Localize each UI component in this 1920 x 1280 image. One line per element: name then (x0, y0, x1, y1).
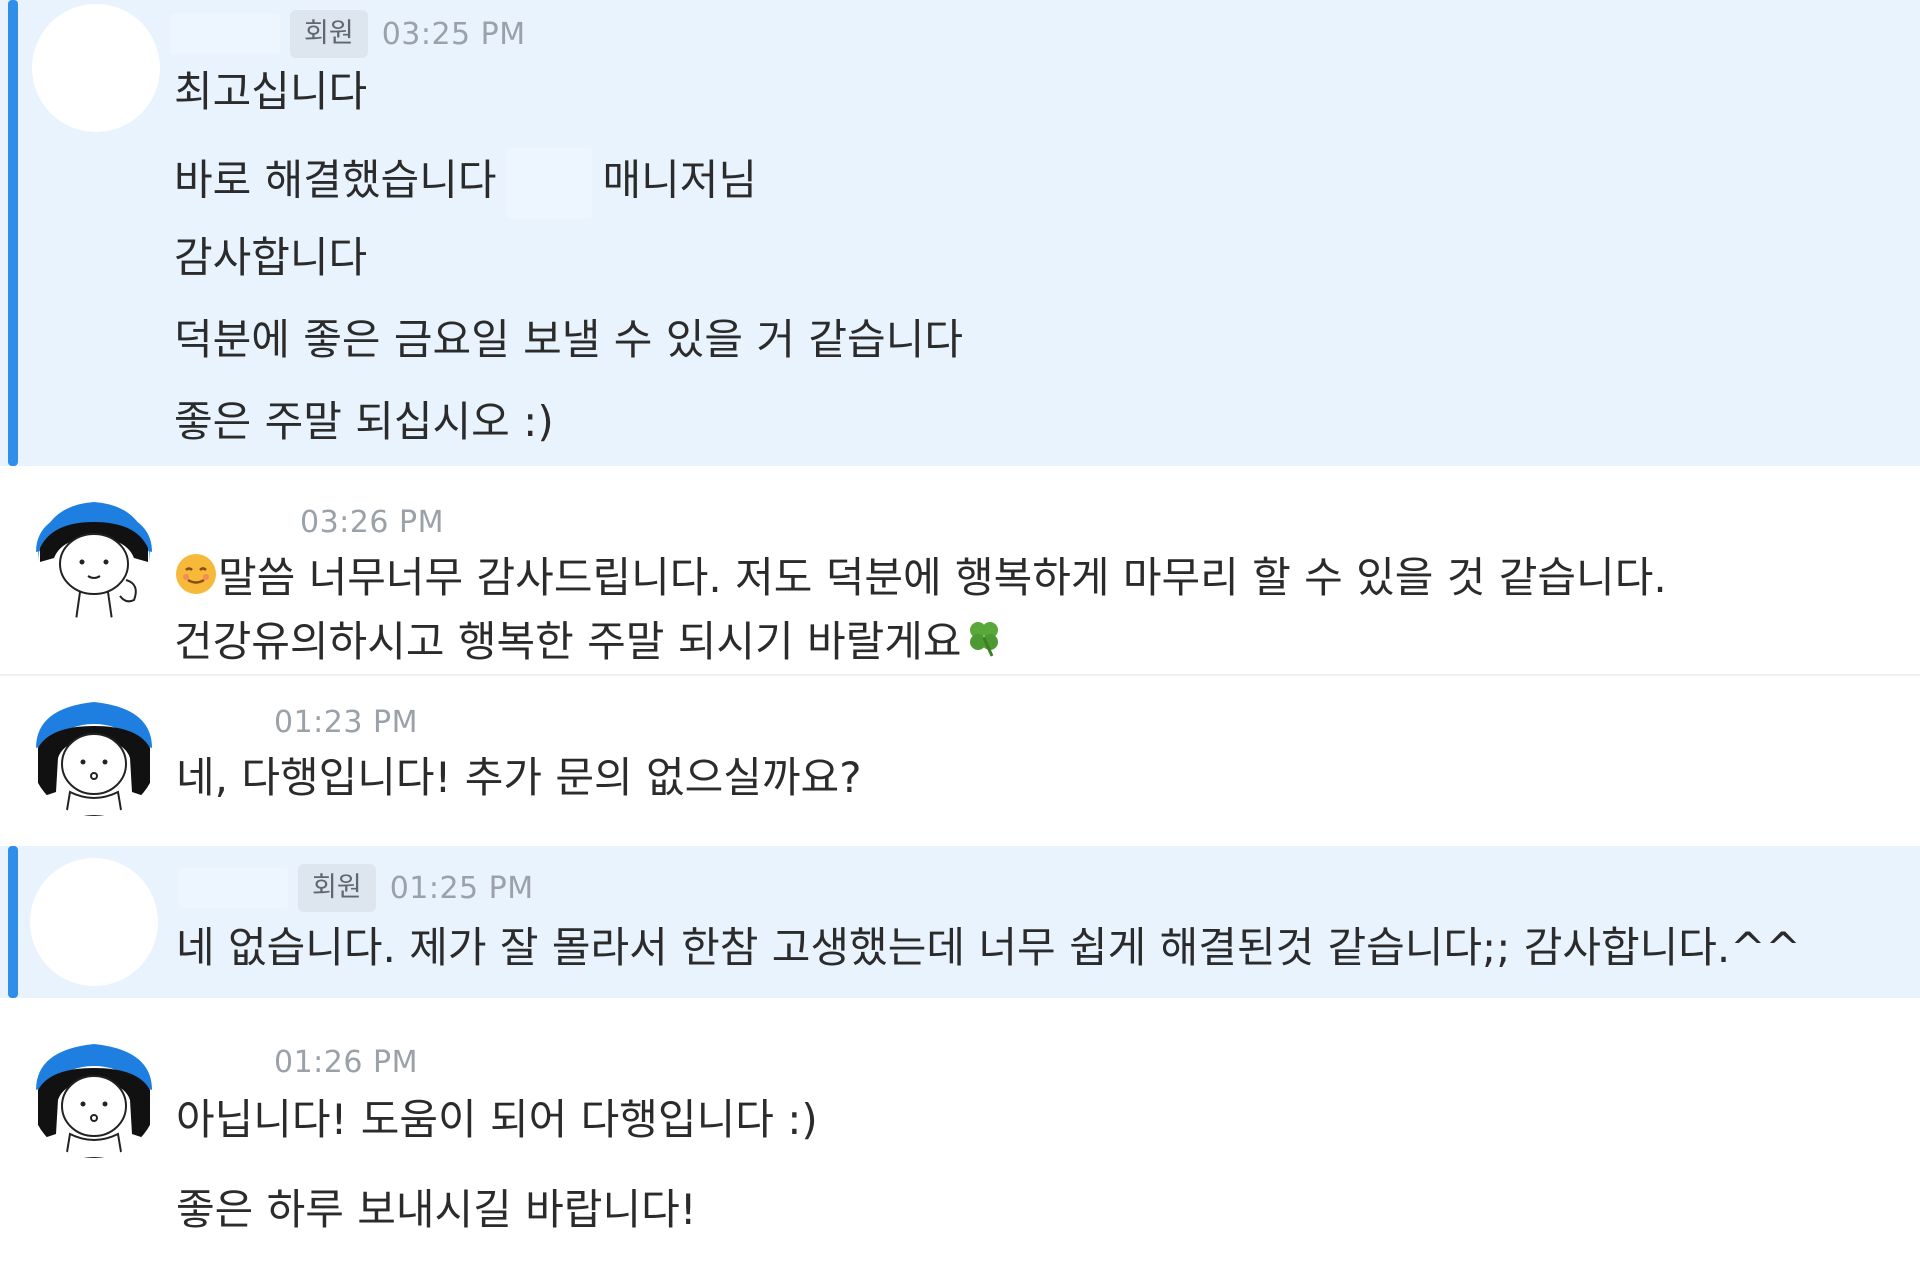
message-meta: 회원 01:25 PM (178, 864, 534, 912)
chat-log: 회원 03:25 PM 최고십니다 바로 해결했습니다 매니저님 감사합니다 덕분… (0, 0, 1920, 1280)
chat-message-manager: 01:26 PM 아닙니다! 도움이 되어 다행입니다 :) 좋은 하루 보내시… (0, 998, 1920, 1280)
message-text-part: 바로 해결했습니다 (174, 155, 497, 205)
manager-avatar-icon (30, 492, 158, 620)
manager-avatar-icon (30, 1030, 158, 1158)
four-leaf-clover-emoji-icon (962, 616, 1006, 674)
avatar[interactable] (30, 492, 158, 620)
message-text: 네, 다행입니다! 추가 문의 없으실까요? (176, 753, 862, 802)
member-badge: 회원 (298, 864, 376, 912)
message-text: 덕분에 좋은 금요일 보낼 수 있을 거 같습니다 (174, 315, 963, 364)
manager-name-redacted (506, 148, 593, 218)
message-timestamp: 01:23 PM (274, 704, 418, 740)
message-text: 바로 해결했습니다 매니저님 (174, 148, 757, 218)
manager-avatar-icon (30, 688, 158, 816)
message-text: 감사합니다 (174, 233, 368, 282)
sender-name-redacted (170, 14, 280, 54)
message-text: 네 없습니다. 제가 잘 몰라서 한참 고생했는데 너무 쉽게 해결된것 같습니… (176, 923, 1801, 972)
avatar[interactable] (30, 688, 158, 816)
chat-message-member: 회원 01:25 PM 네 없습니다. 제가 잘 몰라서 한참 고생했는데 너무… (0, 846, 1920, 998)
chat-message-manager: 03:26 PM 말씀 너무너무 감사드립니다. 저도 덕분에 행복하게 마무리… (0, 466, 1920, 674)
message-text-part: 말씀 너무너무 감사드립니다. 저도 덕분에 행복하게 마무리 할 수 있을 것… (218, 553, 1667, 602)
message-text: 최고십니다 (174, 67, 368, 116)
message-meta: 01:23 PM (274, 698, 418, 746)
message-meta: 회원 03:25 PM (170, 10, 526, 58)
message-timestamp: 03:26 PM (300, 504, 444, 540)
member-badge: 회원 (290, 10, 368, 58)
avatar[interactable] (32, 4, 160, 132)
message-text: 좋은 하루 보내시길 바랍니다! (176, 1185, 697, 1234)
message-text-part: 건강유의하시고 행복한 주말 되시기 바랄게요 (174, 617, 962, 666)
message-timestamp: 01:25 PM (389, 870, 534, 906)
message-text: 아닙니다! 도움이 되어 다행입니다 :) (176, 1095, 818, 1144)
message-text-part: 매니저님 (602, 155, 758, 205)
sender-name-redacted (178, 868, 288, 908)
message-text: 좋은 주말 되십시오 :) (174, 397, 554, 446)
chat-message-manager: 01:23 PM 네, 다행입니다! 추가 문의 없으실까요? (0, 676, 1920, 846)
message-text: 말씀 너무너무 감사드립니다. 저도 덕분에 행복하게 마무리 할 수 있을 것… (174, 550, 1667, 610)
avatar[interactable] (30, 858, 158, 986)
smiling-face-emoji-icon (174, 552, 218, 610)
avatar[interactable] (30, 1030, 158, 1158)
chat-message-member: 회원 03:25 PM 최고십니다 바로 해결했습니다 매니저님 감사합니다 덕분… (0, 0, 1920, 466)
message-meta: 03:26 PM (300, 498, 444, 546)
message-text: 건강유의하시고 행복한 주말 되시기 바랄게요 (174, 614, 1006, 674)
message-timestamp: 03:25 PM (381, 16, 526, 52)
message-timestamp: 01:26 PM (274, 1044, 418, 1080)
message-meta: 01:26 PM (274, 1038, 418, 1086)
